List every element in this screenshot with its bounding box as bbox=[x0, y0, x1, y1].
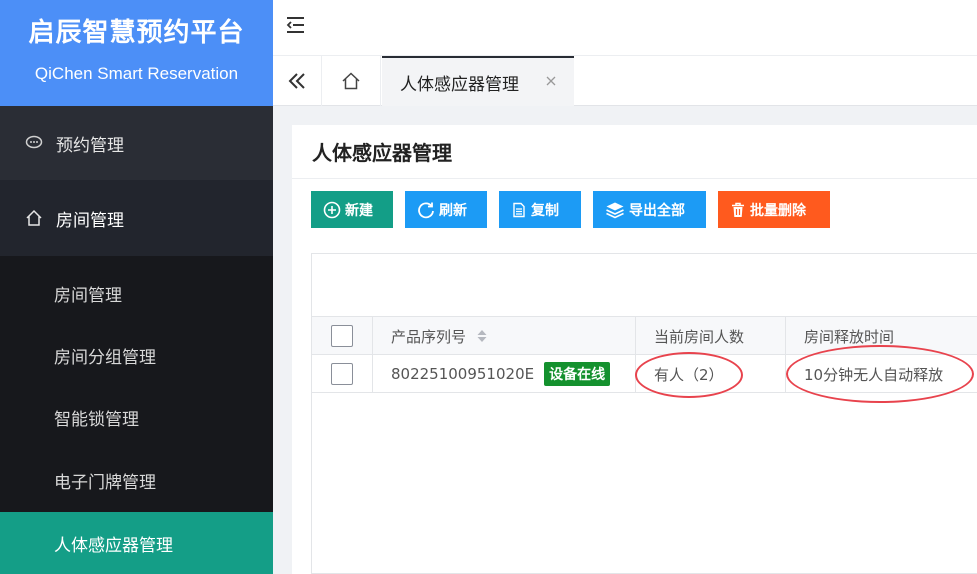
sidebar-item-room[interactable]: 房间管理 bbox=[0, 180, 273, 256]
batch-delete-button[interactable]: 批量删除 bbox=[718, 191, 830, 228]
header-checkbox-cell bbox=[312, 317, 373, 355]
layers-icon bbox=[606, 202, 624, 218]
double-chevron-left-icon bbox=[288, 73, 305, 89]
tab-label: 人体感应器管理 bbox=[400, 74, 519, 95]
column-header-label: 产品序列号 bbox=[391, 327, 467, 346]
export-all-button[interactable]: 导出全部 bbox=[593, 191, 706, 228]
column-header-release-time: 房间释放时间 bbox=[786, 317, 977, 355]
document-icon bbox=[513, 202, 525, 217]
sidebar-item-label: 房间管理 bbox=[56, 210, 124, 231]
tab-scroll-left-button[interactable] bbox=[273, 56, 322, 106]
table-header: 产品序列号 当前房间人数 房间释放时间 bbox=[312, 317, 977, 355]
copy-button-label: 复制 bbox=[531, 202, 559, 219]
tab-bar: 人体感应器管理 bbox=[273, 56, 977, 106]
top-bar bbox=[273, 0, 977, 56]
submenu-item-motion-sensor[interactable]: 人体感应器管理 bbox=[0, 512, 273, 574]
column-header-occupancy: 当前房间人数 bbox=[636, 317, 786, 355]
cell-release-time: 10分钟无人自动释放 bbox=[786, 355, 977, 393]
delete-button-label: 批量删除 bbox=[750, 202, 806, 219]
status-badge: 设备在线 bbox=[544, 362, 611, 386]
menu-fold-icon[interactable] bbox=[285, 14, 307, 36]
brand-subtitle: QiChen Smart Reservation bbox=[34, 64, 239, 83]
submenu: 房间管理 房间分组管理 智能锁管理 电子门牌管理 人体感应器管理 bbox=[0, 256, 273, 574]
close-icon[interactable] bbox=[544, 73, 558, 87]
submenu-item-room-group[interactable]: 房间分组管理 bbox=[0, 324, 273, 386]
column-header-label: 当前房间人数 bbox=[654, 327, 745, 346]
new-button-label: 新建 bbox=[345, 202, 373, 219]
chat-bubble-icon bbox=[24, 133, 44, 153]
occupancy-value: 有人（2） bbox=[654, 365, 724, 384]
home-icon bbox=[342, 72, 360, 90]
column-header-label: 房间释放时间 bbox=[804, 327, 895, 346]
page-title: 人体感应器管理 bbox=[292, 125, 977, 179]
data-table: 产品序列号 当前房间人数 房间释放时间 80225100951020E 设备在线… bbox=[311, 253, 977, 574]
select-all-checkbox[interactable] bbox=[331, 325, 353, 347]
plus-circle-icon bbox=[323, 201, 341, 218]
tab-home[interactable] bbox=[322, 56, 381, 106]
table-toolbar-area bbox=[312, 254, 977, 317]
submenu-item-room[interactable]: 房间管理 bbox=[0, 262, 273, 324]
refresh-icon bbox=[418, 201, 434, 218]
export-button-label: 导出全部 bbox=[629, 202, 685, 219]
cell-serial: 80225100951020E 设备在线 bbox=[373, 355, 636, 393]
submenu-item-door-sign[interactable]: 电子门牌管理 bbox=[0, 449, 273, 511]
sort-icon[interactable] bbox=[476, 328, 488, 344]
home-icon bbox=[24, 208, 44, 228]
refresh-button-label: 刷新 bbox=[439, 202, 467, 219]
sidebar: 启辰智慧预约平台 QiChen Smart Reservation 预约管理 房… bbox=[0, 0, 273, 574]
refresh-button[interactable]: 刷新 bbox=[405, 191, 487, 228]
toolbar: 新建 刷新 复制 导出全部 批量删除 bbox=[311, 191, 842, 228]
table-row[interactable]: 80225100951020E 设备在线 有人（2） 10分钟无人自动释放 bbox=[312, 355, 977, 393]
tab-motion-sensor[interactable]: 人体感应器管理 bbox=[382, 56, 574, 106]
brand-title: 启辰智慧预约平台 bbox=[28, 18, 245, 48]
new-button[interactable]: 新建 bbox=[311, 191, 393, 228]
copy-button[interactable]: 复制 bbox=[499, 191, 581, 228]
content-panel: 人体感应器管理 新建 刷新 复制 导出全部 批量删除 产品序列号 当前房间人数 … bbox=[292, 125, 977, 574]
serial-number: 80225100951020E bbox=[391, 365, 535, 383]
sidebar-item-reservation[interactable]: 预约管理 bbox=[0, 106, 273, 180]
trash-icon bbox=[732, 202, 744, 217]
release-time-value: 10分钟无人自动释放 bbox=[804, 365, 944, 384]
column-header-serial[interactable]: 产品序列号 bbox=[373, 317, 636, 355]
brand-header: 启辰智慧预约平台 QiChen Smart Reservation bbox=[0, 0, 273, 106]
row-checkbox[interactable] bbox=[331, 363, 353, 385]
row-checkbox-cell bbox=[312, 355, 373, 393]
cell-occupancy: 有人（2） bbox=[636, 355, 786, 393]
sidebar-item-label: 预约管理 bbox=[56, 135, 124, 156]
submenu-item-smart-lock[interactable]: 智能锁管理 bbox=[0, 386, 273, 448]
